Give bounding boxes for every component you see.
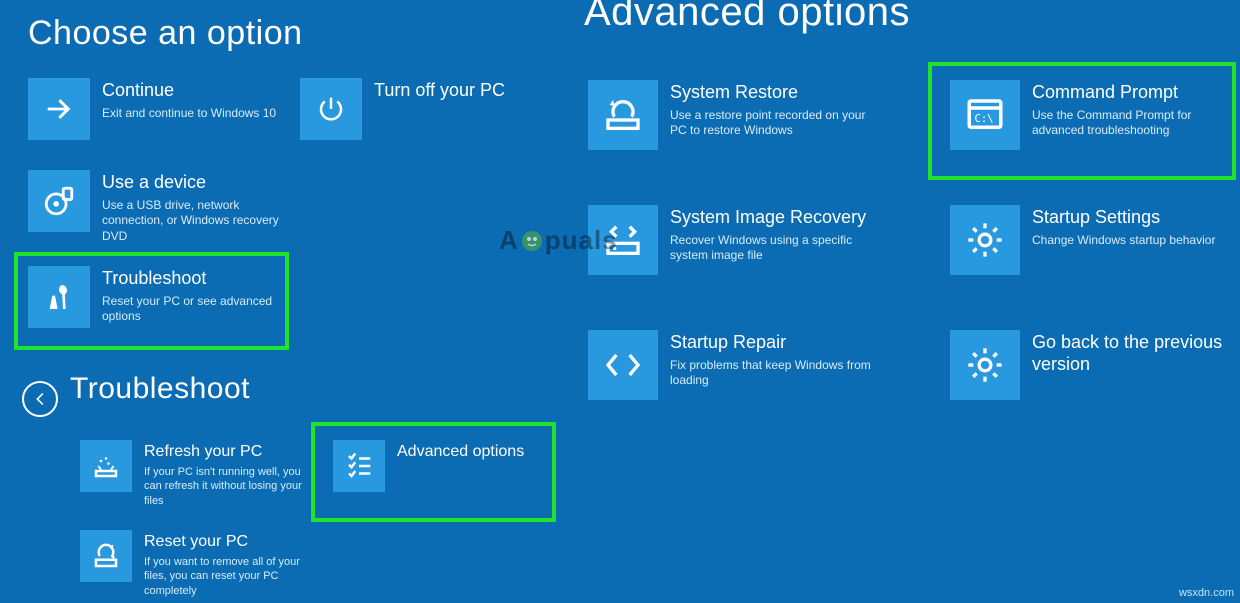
checklist-icon (333, 440, 385, 492)
reset-icon (80, 530, 132, 582)
credit-text: wsxdn.com (1179, 587, 1234, 599)
tools-icon (28, 266, 90, 328)
troubleshoot-title: Troubleshoot (102, 268, 288, 290)
tile-turnoff[interactable]: Turn off your PC (300, 78, 560, 140)
turnoff-title: Turn off your PC (374, 80, 505, 102)
gear-icon-2 (950, 330, 1020, 400)
troubleshoot-heading: Troubleshoot (70, 372, 250, 406)
cmd-title: Command Prompt (1032, 82, 1240, 104)
restore-desc: Use a restore point recorded on your PC … (670, 108, 878, 139)
tile-system-image-recovery[interactable]: System Image Recovery Recover Windows us… (588, 205, 878, 275)
repair-title: Startup Repair (670, 332, 878, 354)
device-title: Use a device (102, 172, 288, 194)
advopt-title: Advanced options (397, 442, 524, 461)
tile-startup-repair[interactable]: Startup Repair Fix problems that keep Wi… (588, 330, 878, 400)
repair-desc: Fix problems that keep Windows from load… (670, 358, 878, 389)
cmd-desc: Use the Command Prompt for advanced trou… (1032, 108, 1240, 139)
watermark: A puals (499, 225, 618, 256)
refresh-title: Refresh your PC (144, 442, 310, 461)
image-desc: Recover Windows using a specific system … (670, 233, 878, 264)
tile-startup-settings[interactable]: Startup Settings Change Windows startup … (950, 205, 1240, 275)
tile-continue[interactable]: Continue Exit and continue to Windows 10 (28, 78, 288, 140)
restore-icon (588, 80, 658, 150)
reset-title: Reset your PC (144, 532, 310, 551)
arrow-right-icon (28, 78, 90, 140)
startup-settings-title: Startup Settings (1032, 207, 1215, 229)
device-desc: Use a USB drive, network connection, or … (102, 198, 288, 245)
image-title: System Image Recovery (670, 207, 878, 229)
choose-option-heading: Choose an option (28, 14, 303, 53)
code-icon (588, 330, 658, 400)
power-icon (300, 78, 362, 140)
tile-refresh-pc[interactable]: Refresh your PC If your PC isn't running… (80, 440, 310, 508)
troubleshoot-desc: Reset your PC or see advanced options (102, 294, 288, 325)
continue-desc: Exit and continue to Windows 10 (102, 106, 276, 122)
gear-icon (950, 205, 1020, 275)
terminal-icon: C:\ (950, 80, 1020, 150)
advanced-options-heading: Advanced options (584, 0, 910, 35)
refresh-desc: If your PC isn't running well, you can r… (144, 465, 310, 508)
tile-system-restore[interactable]: System Restore Use a restore point recor… (588, 80, 878, 150)
device-icon (28, 170, 90, 232)
tile-use-device[interactable]: Use a device Use a USB drive, network co… (28, 170, 288, 244)
tile-advanced-options[interactable]: Advanced options (333, 440, 543, 492)
refresh-icon (80, 440, 132, 492)
tile-reset-pc[interactable]: Reset your PC If you want to remove all … (80, 530, 310, 598)
svg-text:C:\: C:\ (975, 113, 994, 125)
back-button[interactable] (22, 381, 58, 417)
tile-troubleshoot[interactable]: Troubleshoot Reset your PC or see advanc… (28, 266, 288, 328)
tile-command-prompt[interactable]: C:\ Command Prompt Use the Command Promp… (950, 80, 1240, 150)
tile-go-back[interactable]: Go back to the previous version (950, 330, 1240, 400)
reset-desc: If you want to remove all of your files,… (144, 555, 310, 598)
goback-title: Go back to the previous version (1032, 332, 1240, 375)
restore-title: System Restore (670, 82, 878, 104)
startup-settings-desc: Change Windows startup behavior (1032, 233, 1215, 249)
continue-title: Continue (102, 80, 276, 102)
